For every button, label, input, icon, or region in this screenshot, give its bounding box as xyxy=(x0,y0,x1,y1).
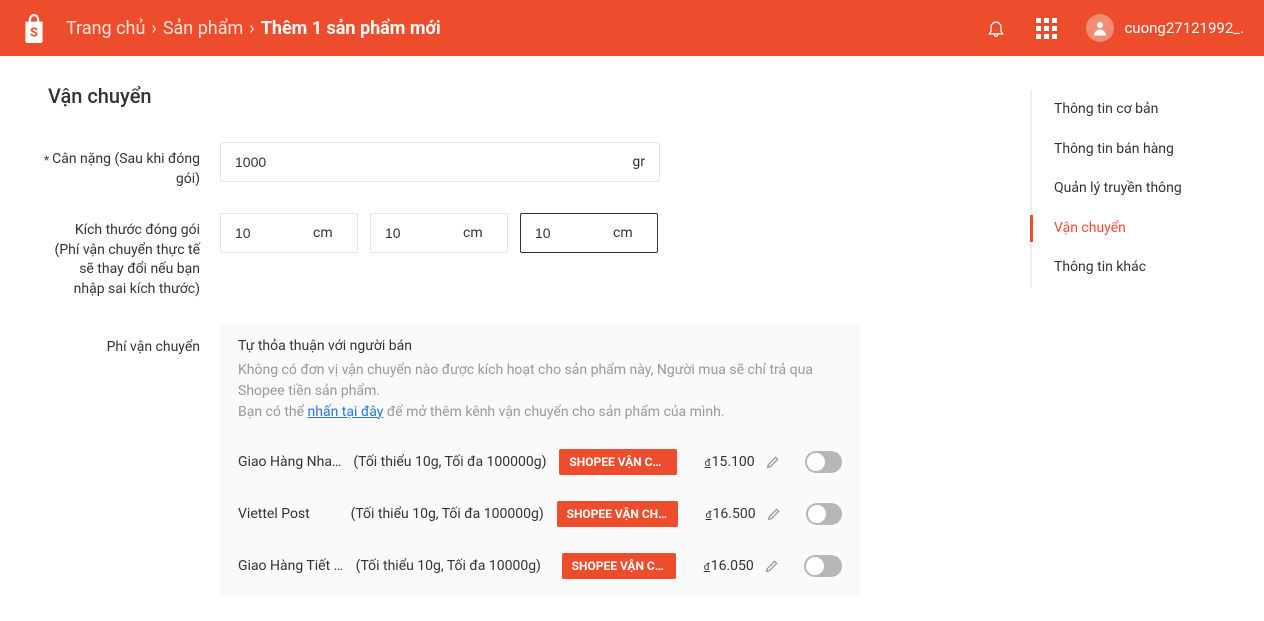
fee-panel-desc1: Không có đơn vị vận chuyển nào được kích… xyxy=(238,360,842,402)
carrier-price: đ16.050 xyxy=(686,558,754,574)
breadcrumb: Trang chủ › Sản phẩm › Thêm 1 sản phẩm m… xyxy=(66,18,441,39)
carrier-row: Giao Hàng Nha… (Tối thiểu 10g, Tối đa 100… xyxy=(238,449,842,475)
carrier-limits: (Tối thiểu 10g, Tối đa 10000g) xyxy=(356,558,552,574)
weight-input-wrapper: gr xyxy=(220,142,660,182)
logo-shopee-bag-icon[interactable]: S xyxy=(20,12,48,44)
carrier-toggle[interactable] xyxy=(806,503,842,525)
dim-length-unit: cm xyxy=(313,225,333,241)
breadcrumb-home[interactable]: Trang chủ xyxy=(66,18,145,39)
avatar xyxy=(1086,14,1114,42)
shipping-fee-label: Phí vận chuyển xyxy=(107,339,200,355)
dim-length-wrapper: cm xyxy=(220,213,358,253)
carrier-toggle[interactable] xyxy=(805,451,842,473)
breadcrumb-current: Thêm 1 sản phẩm mới xyxy=(261,18,441,39)
fee-panel-title: Tự thỏa thuận với người bán xyxy=(238,338,842,354)
carrier-toggle[interactable] xyxy=(804,555,842,577)
sidebar-item[interactable]: Thông tin cơ bản xyxy=(1032,90,1264,130)
sidebar-item[interactable]: Thông tin khác xyxy=(1032,248,1264,288)
chevron-right-icon: › xyxy=(249,18,254,39)
svg-text:S: S xyxy=(30,26,38,41)
dim-width-unit: cm xyxy=(463,225,483,241)
carrier-name: Giao Hàng Nha… xyxy=(238,454,343,470)
dim-height-wrapper: cm xyxy=(520,213,658,253)
carrier-price: đ16.500 xyxy=(688,506,756,522)
sidebar-item[interactable]: Thông tin bán hàng xyxy=(1032,130,1264,170)
carrier-name: Viettel Post xyxy=(238,506,341,522)
dimensions-label: Kích thước đóng gói (Phí vận chuyển thực… xyxy=(55,222,200,297)
shopee-shipping-badge: SHOPEE VẬN CHU… xyxy=(562,553,676,579)
carrier-name: Giao Hàng Tiết K… xyxy=(238,558,346,574)
breadcrumb-products[interactable]: Sản phẩm xyxy=(163,18,243,39)
carrier-row: Viettel Post (Tối thiểu 10g, Tối đa 10000… xyxy=(238,501,842,527)
apps-grid-icon[interactable] xyxy=(1036,18,1056,38)
row-weight: * Cân nặng (Sau khi đóng gói) gr xyxy=(48,142,990,189)
main-form: Vận chuyển * Cân nặng (Sau khi đóng gói)… xyxy=(0,56,1030,621)
carrier-price: đ15.100 xyxy=(687,454,755,470)
fee-panel-desc2: Bạn có thể nhấn tại đây để mở thêm kênh … xyxy=(238,402,842,423)
weight-label: Cân nặng (Sau khi đóng gói) xyxy=(52,151,200,187)
dim-height-unit: cm xyxy=(613,225,633,241)
dim-height-input[interactable] xyxy=(535,225,605,241)
required-mark: * xyxy=(44,152,49,169)
dim-length-input[interactable] xyxy=(235,225,305,241)
user-menu[interactable]: cuong27121992_. xyxy=(1086,14,1244,42)
fee-desc2-suffix: để mở thêm kênh vận chuyển cho sản phẩm … xyxy=(383,404,724,420)
pencil-icon[interactable] xyxy=(764,558,780,574)
sidebar-item[interactable]: Vận chuyển xyxy=(1032,209,1264,249)
chevron-right-icon: › xyxy=(151,18,156,39)
fee-panel: Tự thỏa thuận với người bán Không có đơn… xyxy=(220,324,860,597)
carrier-limits: (Tối thiểu 10g, Tối đa 100000g) xyxy=(353,454,549,470)
weight-input[interactable] xyxy=(235,154,624,170)
carrier-limits: (Tối thiểu 10g, Tối đa 100000g) xyxy=(351,506,547,522)
sidebar-nav: Thông tin cơ bảnThông tin bán hàngQuản l… xyxy=(1030,56,1264,621)
shopee-shipping-badge: SHOPEE VẬN CHUY… xyxy=(559,449,676,475)
username-label: cuong27121992_. xyxy=(1124,19,1244,37)
bell-icon[interactable] xyxy=(986,18,1006,38)
top-header: S Trang chủ › Sản phẩm › Thêm 1 sản phẩm… xyxy=(0,0,1264,56)
weight-unit: gr xyxy=(632,154,645,170)
dim-width-wrapper: cm xyxy=(370,213,508,253)
carrier-row: Giao Hàng Tiết K… (Tối thiểu 10g, Tối đa … xyxy=(238,553,842,579)
open-channels-link[interactable]: nhấn tại đây xyxy=(308,404,384,420)
pencil-icon[interactable] xyxy=(765,454,781,470)
dim-width-input[interactable] xyxy=(385,225,455,241)
section-title: Vận chuyển xyxy=(48,84,990,108)
pencil-icon[interactable] xyxy=(766,506,782,522)
shopee-shipping-badge: SHOPEE VẬN CHUYỂN xyxy=(557,501,678,527)
header-actions: cuong27121992_. xyxy=(986,14,1244,42)
fee-desc2-prefix: Bạn có thể xyxy=(238,404,308,420)
row-dimensions: Kích thước đóng gói (Phí vận chuyển thực… xyxy=(48,213,990,299)
sidebar-item[interactable]: Quản lý truyền thông xyxy=(1032,169,1264,209)
row-shipping-fee: Phí vận chuyển Tự thỏa thuận với người b… xyxy=(48,324,990,597)
